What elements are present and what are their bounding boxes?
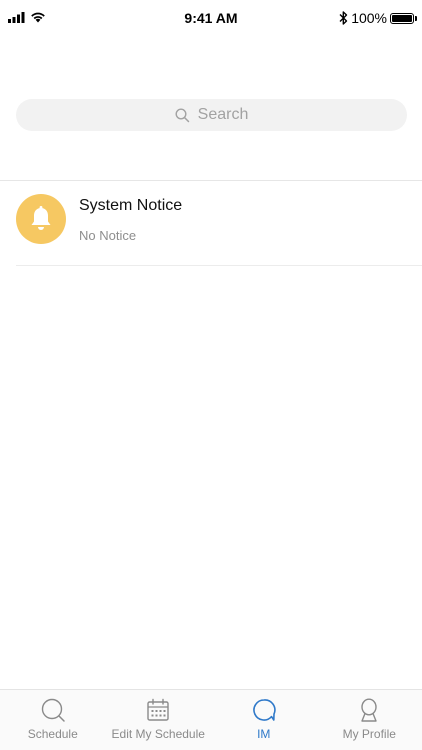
tab-schedule[interactable]: Schedule bbox=[0, 690, 106, 750]
status-bar: 9:41 AM 100% bbox=[0, 0, 422, 38]
tab-edit-my-schedule[interactable]: Edit My Schedule bbox=[106, 690, 212, 750]
search-circle-icon bbox=[40, 697, 66, 723]
chat-bubble-icon bbox=[251, 697, 277, 723]
tab-label: Edit My Schedule bbox=[111, 727, 205, 741]
battery-icon bbox=[390, 12, 417, 24]
im-screen: 9:41 AM 100% Search System Notice No Not… bbox=[0, 0, 422, 750]
tab-im[interactable]: IM bbox=[211, 690, 317, 750]
notice-subtitle: No Notice bbox=[79, 228, 137, 243]
divider bbox=[16, 265, 422, 266]
person-icon bbox=[356, 697, 382, 723]
tab-my-profile[interactable]: My Profile bbox=[317, 690, 422, 750]
status-right: 100% bbox=[339, 10, 417, 26]
search-bar[interactable]: Search bbox=[16, 99, 407, 131]
tab-label: Schedule bbox=[27, 727, 78, 741]
list-item-system-notice[interactable]: System Notice No Notice bbox=[0, 181, 422, 265]
bluetooth-icon bbox=[339, 11, 348, 25]
tab-bar: Schedule Edit My Schedule IM My Profile bbox=[0, 689, 422, 750]
battery-percent: 100% bbox=[351, 10, 387, 26]
calendar-icon bbox=[145, 697, 171, 723]
tab-label: IM bbox=[257, 727, 271, 741]
search-placeholder: Search bbox=[197, 106, 249, 123]
battery-level bbox=[392, 14, 412, 22]
notice-title: System Notice bbox=[79, 197, 183, 214]
search-icon bbox=[175, 107, 189, 122]
bell-icon bbox=[31, 206, 51, 230]
notice-avatar bbox=[16, 194, 66, 244]
tab-label: My Profile bbox=[342, 727, 396, 741]
